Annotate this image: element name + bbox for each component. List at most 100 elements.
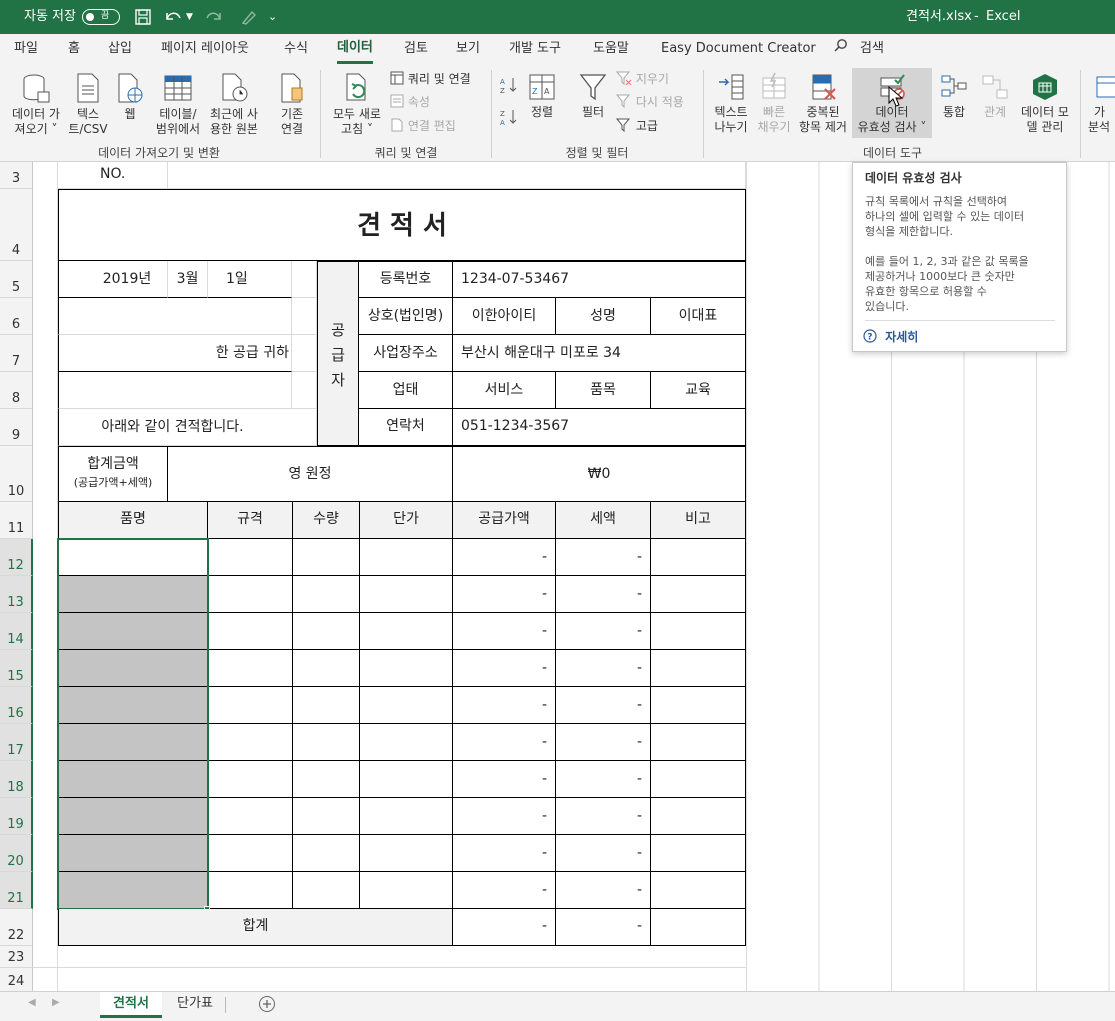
row-header[interactable]: 14 bbox=[0, 613, 33, 650]
queries-connections-button[interactable]: 쿼리 및 연결 bbox=[390, 69, 471, 89]
quantity-cell[interactable] bbox=[293, 576, 360, 613]
row-header[interactable]: 22 bbox=[0, 909, 33, 946]
total-amount-korean[interactable]: 영 원정 bbox=[168, 446, 453, 502]
row-header[interactable]: 10 bbox=[0, 446, 33, 502]
remarks-cell[interactable] bbox=[651, 761, 746, 798]
estimate-note[interactable]: 아래와 같이 견적합니다. bbox=[58, 409, 317, 446]
row-header[interactable]: 23 bbox=[0, 946, 33, 968]
search-label[interactable]: 검색 bbox=[860, 34, 884, 64]
tab-home[interactable]: 홈 bbox=[68, 34, 80, 64]
quantity-cell[interactable] bbox=[293, 650, 360, 687]
cell[interactable] bbox=[292, 335, 317, 372]
row-header[interactable]: 15 bbox=[0, 650, 33, 687]
supply-amount-cell[interactable]: - bbox=[453, 872, 556, 909]
product-cell[interactable] bbox=[58, 650, 208, 687]
unit-price-cell[interactable] bbox=[360, 761, 453, 798]
row-header[interactable]: 19 bbox=[0, 798, 33, 835]
tax-cell[interactable]: - bbox=[556, 761, 651, 798]
undo-icon[interactable] bbox=[163, 0, 185, 34]
row-header[interactable]: 9 bbox=[0, 409, 33, 446]
product-cell[interactable] bbox=[58, 687, 208, 724]
product-cell[interactable] bbox=[58, 835, 208, 872]
date-day[interactable]: 1일 bbox=[208, 261, 292, 298]
tax-cell[interactable]: - bbox=[556, 613, 651, 650]
sort-descending-button[interactable]: ZA bbox=[500, 108, 518, 128]
autosave-toggle[interactable]: 끔 bbox=[82, 9, 120, 25]
quantity-cell[interactable] bbox=[293, 835, 360, 872]
row-header[interactable]: 8 bbox=[0, 372, 33, 409]
quantity-cell[interactable] bbox=[293, 872, 360, 909]
cell[interactable] bbox=[58, 298, 292, 335]
header-quantity[interactable]: 수량 bbox=[293, 502, 360, 539]
sum-tax[interactable]: - bbox=[556, 909, 651, 946]
header-remarks[interactable]: 비고 bbox=[651, 502, 746, 539]
existing-connections-button[interactable]: 기존 연결 bbox=[272, 72, 312, 137]
unit-price-cell[interactable] bbox=[360, 798, 453, 835]
empty-rows[interactable] bbox=[33, 946, 746, 992]
name-value[interactable]: 이대표 bbox=[651, 298, 746, 335]
product-cell[interactable] bbox=[58, 798, 208, 835]
text-to-columns-button[interactable]: 텍스트 나누기 bbox=[708, 72, 754, 135]
product-cell[interactable] bbox=[58, 576, 208, 613]
column-a[interactable] bbox=[33, 162, 58, 992]
recent-sources-button[interactable]: 최근에 사 용한 원본 bbox=[206, 72, 262, 137]
spec-cell[interactable] bbox=[208, 724, 293, 761]
unit-price-cell[interactable] bbox=[360, 835, 453, 872]
tax-cell[interactable]: - bbox=[556, 724, 651, 761]
unit-price-cell[interactable] bbox=[360, 687, 453, 724]
spec-cell[interactable] bbox=[208, 687, 293, 724]
product-cell[interactable] bbox=[58, 761, 208, 798]
row-header[interactable]: 7 bbox=[0, 335, 33, 372]
header-supply-amount[interactable]: 공급가액 bbox=[453, 502, 556, 539]
undo-dropdown-icon[interactable]: ▼ bbox=[186, 0, 193, 34]
unit-price-cell[interactable] bbox=[360, 872, 453, 909]
supply-amount-cell[interactable]: - bbox=[453, 687, 556, 724]
row-header[interactable]: 18 bbox=[0, 761, 33, 798]
supply-amount-cell[interactable]: - bbox=[453, 798, 556, 835]
company-label[interactable]: 상호(법인명) bbox=[359, 298, 453, 335]
product-cell[interactable] bbox=[58, 724, 208, 761]
address-value[interactable]: 부산시 해운대구 미포로 34 bbox=[453, 335, 746, 372]
document-title[interactable]: 견 적 서 bbox=[58, 189, 746, 261]
quantity-cell[interactable] bbox=[293, 724, 360, 761]
spec-cell[interactable] bbox=[208, 835, 293, 872]
tax-cell[interactable]: - bbox=[556, 798, 651, 835]
sum-label[interactable]: 합계 bbox=[58, 909, 453, 946]
tax-cell[interactable]: - bbox=[556, 650, 651, 687]
remarks-cell[interactable] bbox=[651, 576, 746, 613]
cell[interactable] bbox=[292, 298, 317, 335]
tax-cell[interactable]: - bbox=[556, 576, 651, 613]
row-header[interactable]: 6 bbox=[0, 298, 33, 335]
save-icon[interactable] bbox=[134, 0, 152, 34]
cell[interactable] bbox=[168, 162, 746, 189]
name-label[interactable]: 성명 bbox=[556, 298, 651, 335]
supply-amount-cell[interactable]: - bbox=[453, 761, 556, 798]
quantity-cell[interactable] bbox=[293, 761, 360, 798]
cell[interactable] bbox=[292, 261, 317, 298]
supply-amount-cell[interactable]: - bbox=[453, 724, 556, 761]
customize-qat-icon[interactable]: ⌄ bbox=[268, 0, 277, 34]
get-data-button[interactable]: 데이터 가 져오기 ˅ bbox=[6, 72, 66, 137]
new-sheet-button[interactable] bbox=[258, 995, 276, 1016]
tab-file[interactable]: 파일 bbox=[14, 34, 38, 64]
quantity-cell[interactable] bbox=[293, 687, 360, 724]
unit-price-cell[interactable] bbox=[360, 539, 453, 576]
text-csv-button[interactable]: 텍스 트/CSV bbox=[68, 72, 108, 137]
tab-insert[interactable]: 삽입 bbox=[108, 34, 132, 64]
business-type-value[interactable]: 서비스 bbox=[453, 372, 556, 409]
spec-cell[interactable] bbox=[208, 613, 293, 650]
remarks-cell[interactable] bbox=[651, 613, 746, 650]
remarks-cell[interactable] bbox=[651, 872, 746, 909]
remarks-cell[interactable] bbox=[651, 539, 746, 576]
row-header[interactable]: 21 bbox=[0, 872, 33, 909]
remarks-cell[interactable] bbox=[651, 798, 746, 835]
sum-supply-amount[interactable]: - bbox=[453, 909, 556, 946]
tab-page-layout[interactable]: 페이지 레이아웃 bbox=[161, 34, 249, 64]
product-cell[interactable] bbox=[58, 872, 208, 909]
spec-cell[interactable] bbox=[208, 798, 293, 835]
company-value[interactable]: 이한아이티 bbox=[453, 298, 556, 335]
tab-review[interactable]: 검토 bbox=[404, 34, 428, 64]
supply-amount-cell[interactable]: - bbox=[453, 576, 556, 613]
advanced-filter-button[interactable]: 고급 bbox=[615, 116, 658, 136]
what-if-analysis-button[interactable]: 가 분석 bbox=[1088, 72, 1115, 135]
